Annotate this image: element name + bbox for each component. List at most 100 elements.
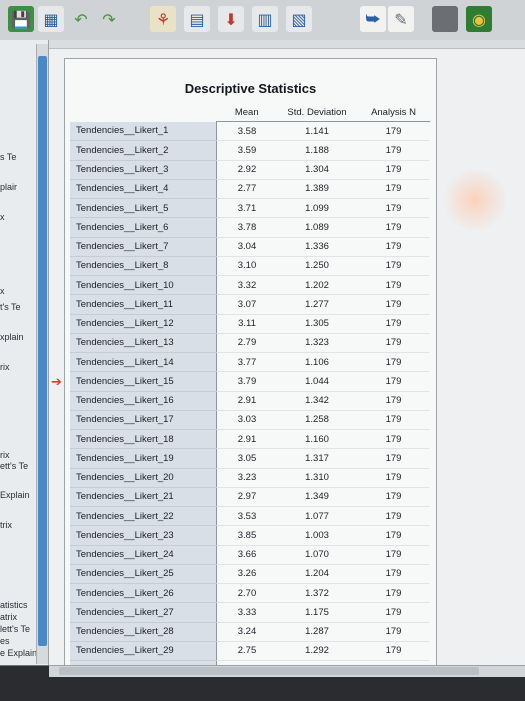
std-deviation-cell[interactable]: 1.106 [277, 352, 357, 373]
std-deviation-cell[interactable]: 1.342 [277, 391, 357, 411]
analysis-n-cell[interactable]: 179 [357, 314, 430, 334]
analysis-n-cell[interactable]: 179 [357, 237, 430, 257]
horizontal-scrollbar[interactable] [49, 665, 525, 677]
analysis-n-cell[interactable]: 179 [357, 448, 430, 469]
std-deviation-cell[interactable]: 1.323 [277, 333, 357, 354]
std-deviation-cell[interactable]: 1.336 [277, 237, 357, 257]
table-row[interactable]: Tendencies__Likert_5 3.71 1.099 179 [70, 198, 430, 219]
nav-item[interactable]: s Te [0, 152, 16, 162]
std-deviation-cell[interactable]: 1.277 [277, 294, 357, 315]
analysis-n-cell[interactable]: 179 [357, 391, 430, 411]
mean-cell[interactable]: 3.58 [216, 121, 277, 142]
row-label[interactable]: Tendencies__Likert_17 [70, 410, 217, 431]
row-label[interactable]: Tendencies__Likert_2 [70, 140, 217, 161]
row-label[interactable]: Tendencies__Likert_1 [70, 121, 217, 142]
table-row[interactable]: Tendencies__Likert_29 2.75 1.292 179 [70, 641, 430, 662]
mean-cell[interactable]: 2.97 [216, 487, 277, 508]
std-deviation-cell[interactable]: 1.310 [277, 468, 357, 488]
split-file-icon[interactable]: ▥ [252, 6, 278, 32]
analysis-n-cell[interactable]: 179 [357, 160, 430, 180]
outline-scroll-thumb[interactable] [38, 56, 47, 646]
mean-cell[interactable]: 3.78 [216, 217, 277, 238]
nav-item[interactable]: x [0, 286, 5, 296]
mean-cell[interactable]: 2.77 [216, 179, 277, 200]
mean-cell[interactable]: 2.91 [216, 391, 277, 411]
row-label[interactable]: Tendencies__Likert_25 [70, 564, 217, 585]
std-deviation-cell[interactable]: 1.349 [277, 487, 357, 508]
mean-cell[interactable]: 2.79 [216, 333, 277, 354]
analysis-n-cell[interactable]: 179 [357, 294, 430, 315]
table-row[interactable]: Tendencies__Likert_3 2.92 1.304 179 [70, 160, 430, 180]
analysis-n-cell[interactable]: 179 [357, 256, 430, 277]
std-deviation-cell[interactable]: 1.305 [277, 314, 357, 334]
mean-cell[interactable]: 3.66 [216, 545, 277, 565]
table-row[interactable]: Tendencies__Likert_26 2.70 1.372 179 [70, 583, 430, 604]
analysis-n-cell[interactable]: 179 [357, 429, 430, 450]
analysis-n-cell[interactable]: 179 [357, 622, 430, 642]
mean-cell[interactable]: 3.24 [216, 622, 277, 642]
std-deviation-cell[interactable]: 1.287 [277, 622, 357, 642]
mean-cell[interactable]: 3.03 [216, 410, 277, 431]
analysis-n-cell[interactable]: 179 [357, 410, 430, 431]
std-deviation-cell[interactable]: 1.089 [277, 217, 357, 238]
mean-cell[interactable]: 3.53 [216, 506, 277, 527]
mean-cell[interactable]: 3.10 [216, 256, 277, 277]
analysis-n-cell[interactable]: 179 [357, 602, 430, 623]
row-label[interactable]: Tendencies__Likert_15 [70, 371, 217, 392]
analysis-n-cell[interactable]: 179 [357, 275, 430, 296]
mean-cell[interactable]: 3.79 [216, 371, 277, 392]
nav-item[interactable]: plair [0, 182, 17, 192]
std-deviation-cell[interactable]: 1.372 [277, 583, 357, 604]
run-icon[interactable]: ◉ [466, 6, 492, 32]
row-label[interactable]: Tendencies__Likert_14 [70, 352, 217, 373]
row-label[interactable]: Tendencies__Likert_12 [70, 314, 217, 334]
std-deviation-cell[interactable]: 1.304 [277, 160, 357, 180]
goto-case-icon[interactable]: ⚘ [150, 6, 176, 32]
mean-cell[interactable]: 2.91 [216, 429, 277, 450]
nav-item[interactable]: e Explain [0, 648, 37, 658]
table-row[interactable]: Tendencies__Likert_8 3.10 1.250 179 [70, 256, 430, 277]
table-row[interactable]: Tendencies__Likert_15 3.79 1.044 179 [70, 371, 430, 392]
row-label[interactable]: Tendencies__Likert_6 [70, 217, 217, 238]
redo-icon[interactable]: ↷ [96, 6, 122, 32]
analysis-n-cell[interactable]: 179 [357, 583, 430, 604]
std-deviation-cell[interactable]: 1.202 [277, 275, 357, 296]
nav-item[interactable]: t's Te [0, 302, 21, 312]
analysis-n-cell[interactable]: 179 [357, 506, 430, 527]
mean-cell[interactable]: 3.07 [216, 294, 277, 315]
nav-item[interactable]: ett's Te [0, 461, 28, 471]
analysis-n-cell[interactable]: 179 [357, 140, 430, 161]
mean-cell[interactable]: 3.04 [216, 237, 277, 257]
table-row[interactable]: Tendencies__Likert_24 3.66 1.070 179 [70, 545, 430, 565]
std-deviation-cell[interactable]: 1.070 [277, 545, 357, 565]
analysis-n-cell[interactable]: 179 [357, 468, 430, 488]
std-deviation-cell[interactable]: 1.141 [277, 121, 357, 142]
std-deviation-cell[interactable]: 1.204 [277, 564, 357, 585]
nav-item[interactable]: atistics [0, 600, 28, 610]
mean-cell[interactable]: 3.26 [216, 564, 277, 585]
table-row[interactable]: Tendencies__Likert_17 3.03 1.258 179 [70, 410, 430, 431]
table-row[interactable]: Tendencies__Likert_16 2.91 1.342 179 [70, 391, 430, 411]
spelling-icon[interactable]: ✎ [388, 6, 414, 32]
std-deviation-cell[interactable]: 1.258 [277, 410, 357, 431]
table-icon[interactable]: ▦ [38, 6, 64, 32]
table-row[interactable]: Tendencies__Likert_25 3.26 1.204 179 [70, 564, 430, 585]
table-row[interactable]: Tendencies__Likert_23 3.85 1.003 179 [70, 525, 430, 546]
save-icon[interactable]: 💾 [8, 6, 34, 32]
std-deviation-cell[interactable]: 1.188 [277, 140, 357, 161]
table-row[interactable]: Tendencies__Likert_1 3.58 1.141 179 [70, 121, 430, 142]
nav-item[interactable]: trix [0, 520, 12, 530]
row-label[interactable]: Tendencies__Likert_3 [70, 160, 217, 180]
undo-icon[interactable]: ↶ [68, 6, 94, 32]
table-row[interactable]: Tendencies__Likert_27 3.33 1.175 179 [70, 602, 430, 623]
row-label[interactable]: Tendencies__Likert_20 [70, 468, 217, 488]
analysis-n-cell[interactable]: 179 [357, 333, 430, 354]
analysis-n-cell[interactable]: 179 [357, 179, 430, 200]
table-row[interactable]: Tendencies__Likert_2 3.59 1.188 179 [70, 140, 430, 161]
mean-cell[interactable]: 3.71 [216, 198, 277, 219]
row-label[interactable]: Tendencies__Likert_22 [70, 506, 217, 527]
mean-cell[interactable]: 3.11 [216, 314, 277, 334]
analysis-n-cell[interactable]: 179 [357, 545, 430, 565]
std-deviation-cell[interactable]: 1.292 [277, 641, 357, 662]
std-deviation-cell[interactable]: 1.317 [277, 448, 357, 469]
